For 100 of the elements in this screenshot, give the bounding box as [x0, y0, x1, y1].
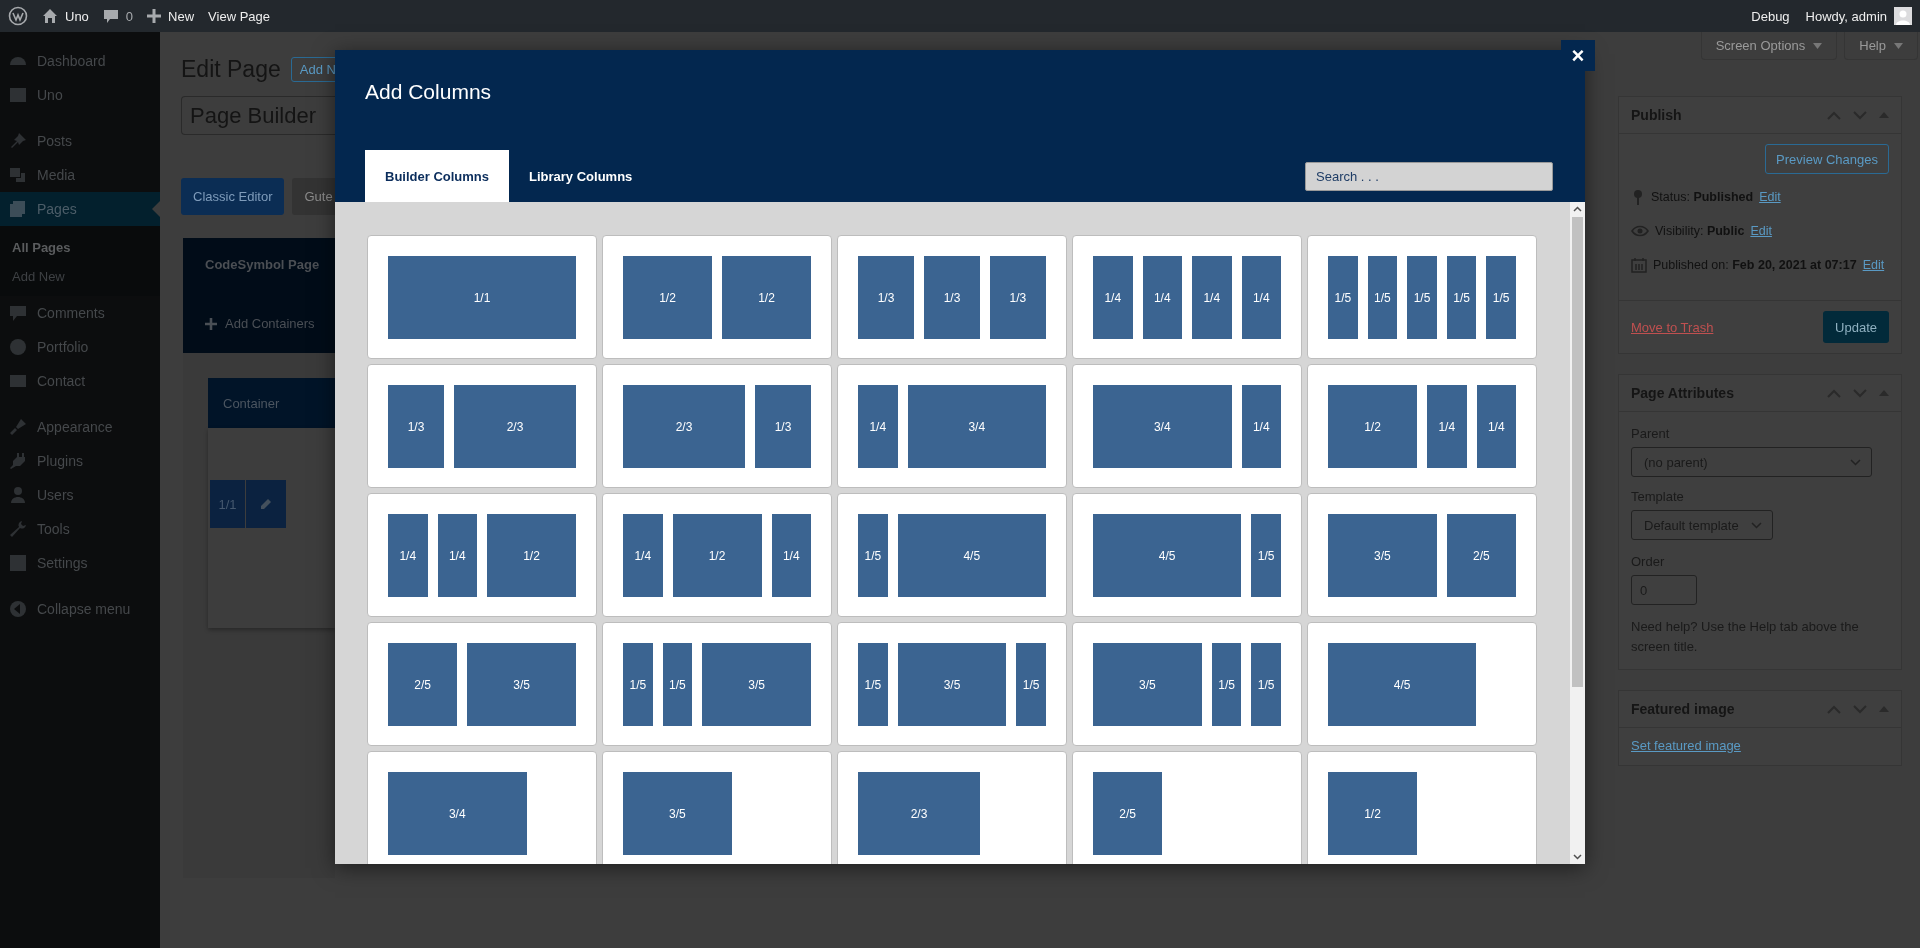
- column-block: 1/4: [1241, 256, 1281, 339]
- chevron-down-icon: [1750, 521, 1762, 529]
- column-layout-card[interactable]: 1/4 1/2 1/4: [602, 493, 832, 617]
- column-block: 1/5: [1367, 256, 1398, 339]
- column-block: 1/5: [1407, 256, 1437, 339]
- preview-changes-button[interactable]: Preview Changes: [1765, 144, 1889, 174]
- account-link[interactable]: Howdy, admin: [1805, 7, 1912, 25]
- column-block: 1/5: [662, 643, 693, 726]
- column-layout-card[interactable]: 1/3 2/3: [367, 364, 597, 488]
- column-block: 2/3: [623, 385, 745, 468]
- column-size-label: 1/1: [210, 480, 245, 528]
- eye-icon: [1631, 225, 1649, 237]
- help-button[interactable]: Help: [1844, 32, 1918, 60]
- column-block: 2/3: [858, 772, 980, 855]
- column-layout-card[interactable]: 3/4: [367, 751, 597, 864]
- tab[interactable]: Library Columns: [509, 150, 653, 202]
- column-block: 1/3: [924, 256, 980, 339]
- column-block: 1/5: [1486, 256, 1516, 339]
- column-block: 2/3: [454, 385, 576, 468]
- column-layout-card[interactable]: 1/5 1/5 1/5 1/5 1/5: [1307, 235, 1537, 359]
- screen-options-button[interactable]: Screen Options: [1700, 32, 1838, 60]
- edit-link[interactable]: Edit: [1862, 258, 1885, 272]
- plug-icon: [8, 451, 28, 471]
- avatar-icon: [1894, 7, 1912, 25]
- column-block: 1/4: [1142, 256, 1182, 339]
- column-layout-card[interactable]: 2/5: [1072, 751, 1302, 864]
- set-featured-image-link[interactable]: Set featured image: [1631, 738, 1741, 753]
- logo-icon[interactable]: [8, 6, 28, 26]
- column-block: 1/3: [989, 256, 1046, 339]
- column-block: 1/2: [1328, 385, 1417, 468]
- column-block: 2/5: [1093, 772, 1163, 855]
- update-button[interactable]: Update: [1823, 311, 1889, 343]
- collapse-icon: [8, 599, 28, 619]
- column-layout-card[interactable]: 3/4 1/4: [1072, 364, 1302, 488]
- column-layout-card[interactable]: 3/5 2/5: [1307, 493, 1537, 617]
- column-layout-card[interactable]: 1/2: [1307, 751, 1537, 864]
- comments-link[interactable]: 0: [102, 8, 134, 24]
- column-block: 1/5: [1016, 643, 1046, 726]
- site-link[interactable]: Uno: [42, 8, 89, 24]
- column-block: 4/5: [897, 514, 1046, 597]
- column-block: 1/1: [388, 256, 576, 339]
- new-link[interactable]: New: [147, 8, 195, 24]
- column-block: 1/5: [1211, 643, 1242, 726]
- home-icon: [42, 8, 58, 24]
- column-layout-card[interactable]: 1/2 1/4 1/4: [1307, 364, 1537, 488]
- media-icon: [8, 165, 28, 185]
- edit-link[interactable]: Edit: [1750, 224, 1772, 238]
- column-layout-card[interactable]: 1/3 1/3 1/3: [837, 235, 1067, 359]
- comment-icon: [102, 8, 119, 24]
- scrollbar[interactable]: [1570, 202, 1585, 864]
- column-layout-card[interactable]: 2/3: [837, 751, 1067, 864]
- column-block: 1/4: [1476, 385, 1516, 468]
- column-layout-card[interactable]: 1/4 1/4 1/4 1/4: [1072, 235, 1302, 359]
- column-block: 1/4: [1241, 385, 1281, 468]
- comment-icon: [8, 303, 28, 323]
- column-block: 1/4: [1093, 256, 1133, 339]
- calendar-icon: [1631, 257, 1647, 273]
- column-block: 1/5: [623, 643, 653, 726]
- column-block: 1/3: [388, 385, 444, 468]
- edit-column-button[interactable]: [246, 480, 286, 528]
- caret-down-icon: [1894, 42, 1903, 49]
- column-block: 3/5: [623, 772, 732, 855]
- wrench-icon: [8, 519, 28, 539]
- column-block: 3/5: [897, 643, 1007, 726]
- column-block: 2/5: [1446, 514, 1516, 597]
- column-layout-card[interactable]: 1/5 1/5 3/5: [602, 622, 832, 746]
- column-layout-card[interactable]: 2/3 1/3: [602, 364, 832, 488]
- column-block: 1/4: [623, 514, 663, 597]
- column-block: 3/4: [1093, 385, 1232, 468]
- column-block: 1/4: [388, 514, 428, 597]
- column-block: 1/3: [755, 385, 811, 468]
- editor-mode-button[interactable]: Classic Editor: [181, 178, 285, 215]
- caret-down-icon: [1813, 42, 1823, 49]
- column-block: 1/2: [623, 256, 712, 339]
- view-page-link[interactable]: View Page: [208, 8, 271, 24]
- close-button[interactable]: ×: [1561, 40, 1595, 71]
- column-layout-card[interactable]: 4/5 1/5: [1072, 493, 1302, 617]
- column-layout-card[interactable]: 1/4 1/4 1/2: [367, 493, 597, 617]
- column-layout-card[interactable]: 1/2 1/2: [602, 235, 832, 359]
- search-field[interactable]: Search . . .: [1305, 161, 1553, 191]
- column-layout-card[interactable]: 1/5 4/5: [837, 493, 1067, 617]
- column-layout-card[interactable]: 4/5: [1307, 622, 1537, 746]
- column-layout-card[interactable]: 2/5 3/5: [367, 622, 597, 746]
- pin-icon: [1631, 189, 1645, 205]
- column-block: 4/5: [1328, 643, 1477, 726]
- edit-link[interactable]: Edit: [1759, 190, 1781, 204]
- column-block: 3/5: [1328, 514, 1437, 597]
- column-layout-card[interactable]: 1/1: [367, 235, 597, 359]
- column-layout-card[interactable]: 3/5 1/5 1/5: [1072, 622, 1302, 746]
- column-block: 1/2: [722, 256, 811, 339]
- column-block: 1/4: [858, 385, 898, 468]
- column-layout-card[interactable]: 1/4 3/4: [837, 364, 1067, 488]
- scroll-thumb[interactable]: [1572, 217, 1583, 687]
- column-block: 3/4: [388, 772, 527, 855]
- tab[interactable]: Builder Columns: [365, 150, 509, 202]
- column-layout-card[interactable]: 1/5 3/5 1/5: [837, 622, 1067, 746]
- column-layout-card[interactable]: 3/5: [602, 751, 832, 864]
- column-block: 1/4: [437, 514, 477, 597]
- column-block: 1/5: [1251, 514, 1281, 597]
- debug-link[interactable]: Debug: [1751, 8, 1790, 24]
